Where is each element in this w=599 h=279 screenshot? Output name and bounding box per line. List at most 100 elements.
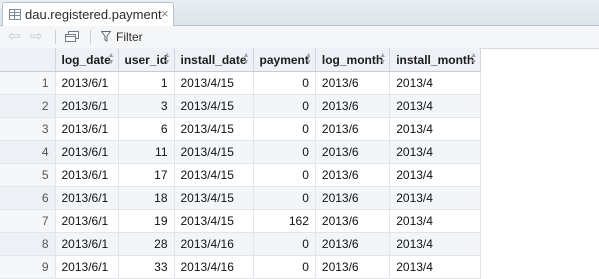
cell-payment[interactable]: 162 [253,209,316,233]
cell-log-month[interactable]: 2013/6 [315,232,391,256]
cell-payment[interactable]: 0 [253,140,316,164]
cell-install-date[interactable]: 2013/4/15 [174,209,254,233]
cell-log-date[interactable]: 2013/6/1 [55,71,119,95]
table-row[interactable]: 3 2013/6/1 6 2013/4/15 0 2013/6 2013/4 [0,117,482,141]
cell-log-month[interactable]: 2013/6 [315,140,391,164]
cell-user-id[interactable]: 17 [118,163,175,187]
row-index: 8 [0,232,56,256]
cell-payment[interactable]: 0 [253,232,316,256]
cell-log-date[interactable]: 2013/6/1 [55,209,119,233]
row-index: 1 [0,71,56,95]
column-header-label: install_date [180,52,247,67]
table-row[interactable]: 4 2013/6/1 11 2013/4/15 0 2013/6 2013/4 [0,140,482,164]
cell-install-date[interactable]: 2013/4/16 [174,232,254,256]
table-row[interactable]: 8 2013/6/1 28 2013/4/16 0 2013/6 2013/4 [0,232,482,256]
sort-icon: ▲ ▼ [107,52,115,66]
cell-log-date[interactable]: 2013/6/1 [55,163,119,187]
table-row[interactable]: 1 2013/6/1 1 2013/4/15 0 2013/6 2013/4 [0,71,482,95]
sort-icon: ▲ ▼ [470,52,478,66]
cell-install-month[interactable]: 2013/4 [389,209,482,233]
cell-payment[interactable]: 0 [253,163,316,187]
cell-install-month[interactable]: 2013/4 [389,163,482,187]
row-index: 4 [0,140,56,164]
cell-install-date[interactable]: 2013/4/15 [174,186,254,210]
column-header-user-id[interactable]: user_id ▲ ▼ [118,48,175,72]
cell-log-month[interactable]: 2013/6 [315,94,391,118]
column-header-label: payment [259,52,309,67]
sort-icon: ▲ ▼ [163,52,171,66]
cell-install-date[interactable]: 2013/4/16 [174,255,254,279]
cell-user-id[interactable]: 19 [118,209,175,233]
cell-log-month[interactable]: 2013/6 [315,163,391,187]
filter-label: Filter [116,30,143,44]
cell-user-id[interactable]: 6 [118,117,175,141]
data-grid: log_date ▲ ▼ user_id ▲ ▼ install_date ▲ ▼ paym… [0,48,482,279]
sort-icon: ▲ ▼ [379,52,387,66]
cell-log-date[interactable]: 2013/6/1 [55,117,119,141]
cell-install-date[interactable]: 2013/4/15 [174,71,254,95]
cell-log-month[interactable]: 2013/6 [315,71,391,95]
table-row[interactable]: 5 2013/6/1 17 2013/4/15 0 2013/6 2013/4 [0,163,482,187]
column-header-label: user_id [124,52,168,67]
funnel-icon [101,31,111,42]
cell-user-id[interactable]: 28 [118,232,175,256]
row-index-header [0,48,56,72]
arrow-right-icon[interactable]: ⇨ [30,28,43,45]
column-header-payment[interactable]: payment ▲ ▼ [253,48,316,72]
cell-user-id[interactable]: 18 [118,186,175,210]
sort-icon: ▲ ▼ [242,52,250,66]
cell-log-month[interactable]: 2013/6 [315,117,391,141]
popout-window-icon[interactable] [65,31,79,42]
cell-log-date[interactable]: 2013/6/1 [55,255,119,279]
cell-install-month[interactable]: 2013/4 [389,232,482,256]
column-header-log-date[interactable]: log_date ▲ ▼ [55,48,119,72]
row-index: 3 [0,117,56,141]
cell-payment[interactable]: 0 [253,117,316,141]
cell-user-id[interactable]: 1 [118,71,175,95]
cell-install-month[interactable]: 2013/4 [389,94,482,118]
column-header-install-month[interactable]: install_month ▲ ▼ [389,48,482,72]
cell-install-date[interactable]: 2013/4/15 [174,140,254,164]
cell-log-date[interactable]: 2013/6/1 [55,140,119,164]
column-header-label: install_month [396,52,475,67]
cell-user-id[interactable]: 11 [118,140,175,164]
cell-log-date[interactable]: 2013/6/1 [55,186,119,210]
cell-log-date[interactable]: 2013/6/1 [55,232,119,256]
cell-install-month[interactable]: 2013/4 [389,255,482,279]
table-row[interactable]: 7 2013/6/1 19 2013/4/15 162 2013/6 2013/… [0,209,482,233]
cell-install-date[interactable]: 2013/4/15 [174,163,254,187]
cell-install-date[interactable]: 2013/4/15 [174,94,254,118]
cell-install-month[interactable]: 2013/4 [389,186,482,210]
column-header-label: log_month [321,52,384,67]
toolbar-divider [90,30,91,44]
cell-install-month[interactable]: 2013/4 [389,71,482,95]
cell-user-id[interactable]: 3 [118,94,175,118]
table-row[interactable]: 6 2013/6/1 18 2013/4/15 0 2013/6 2013/4 [0,186,482,210]
close-icon[interactable]: × [161,6,169,22]
table-icon [9,9,21,20]
column-header-install-date[interactable]: install_date ▲ ▼ [174,48,254,72]
cell-log-month[interactable]: 2013/6 [315,255,391,279]
cell-payment[interactable]: 0 [253,186,316,210]
cell-payment[interactable]: 0 [253,255,316,279]
tab-title: dau.registered.payment [25,7,162,22]
cell-log-month[interactable]: 2013/6 [315,186,391,210]
cell-log-date[interactable]: 2013/6/1 [55,94,119,118]
row-index: 7 [0,209,56,233]
table-row[interactable]: 2 2013/6/1 3 2013/4/15 0 2013/6 2013/4 [0,94,482,118]
cell-payment[interactable]: 0 [253,94,316,118]
row-index: 6 [0,186,56,210]
cell-user-id[interactable]: 33 [118,255,175,279]
cell-install-month[interactable]: 2013/4 [389,140,482,164]
row-index: 2 [0,94,56,118]
row-index: 5 [0,163,56,187]
cell-install-date[interactable]: 2013/4/15 [174,117,254,141]
cell-payment[interactable]: 0 [253,71,316,95]
cell-log-month[interactable]: 2013/6 [315,209,391,233]
row-index: 9 [0,255,56,279]
table-row[interactable]: 9 2013/6/1 33 2013/4/16 0 2013/6 2013/4 [0,255,482,279]
tab-dau-registered-payment[interactable]: dau.registered.payment × [2,2,174,26]
column-header-log-month[interactable]: log_month ▲ ▼ [315,48,391,72]
cell-install-month[interactable]: 2013/4 [389,117,482,141]
arrow-left-icon[interactable]: ⇦ [8,28,21,45]
